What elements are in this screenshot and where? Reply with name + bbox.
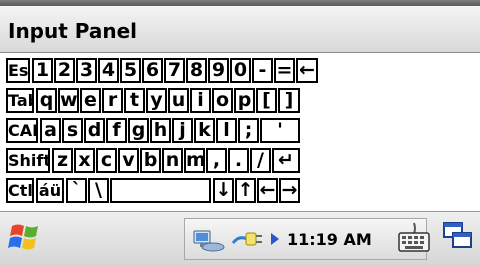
key-0[interactable]: 0 [230,58,251,83]
soft-keyboard: Esc 1 2 3 4 5 6 7 8 9 0 - = ← Tab q w e … [0,55,480,211]
key-arrow-down[interactable]: ↓ [213,178,234,203]
key-caps-lock[interactable]: CAP [6,118,38,143]
key-h[interactable]: h [150,118,171,143]
key-b[interactable]: b [140,148,161,173]
key-enter[interactable]: ↵ [272,148,300,173]
key-tab[interactable]: Tab [6,88,34,113]
key-g[interactable]: g [128,118,149,143]
key-q[interactable]: q [36,88,57,113]
input-panel-titlebar: Input Panel [0,6,480,53]
key-5[interactable]: 5 [120,58,141,83]
key-m[interactable]: m [184,148,205,173]
key-z[interactable]: z [52,148,73,173]
key-shift[interactable]: Shift [6,148,50,173]
key-9[interactable]: 9 [208,58,229,83]
key-4[interactable]: 4 [98,58,119,83]
key-arrow-left[interactable]: ← [257,178,278,203]
key-n[interactable]: n [162,148,183,173]
key-backspace[interactable]: ← [296,58,318,83]
key-l[interactable]: l [216,118,237,143]
key-period[interactable]: . [228,148,249,173]
network-icon[interactable] [191,225,227,255]
keyboard-icon[interactable] [397,221,431,255]
show-desktop-icon[interactable] [441,220,475,254]
key-w[interactable]: w [58,88,79,113]
key-c[interactable]: c [96,148,117,173]
key-s[interactable]: s [62,118,83,143]
key-backslash[interactable]: \ [88,178,109,203]
key-left-bracket[interactable]: [ [256,88,277,113]
key-semicolon[interactable]: ; [238,118,259,143]
key-e[interactable]: e [80,88,101,113]
key-o[interactable]: o [212,88,233,113]
clock[interactable]: 11:19 AM [287,230,372,249]
key-arrow-right[interactable]: → [279,178,300,203]
key-r[interactable]: r [102,88,123,113]
key-v[interactable]: v [118,148,139,173]
key-u[interactable]: u [168,88,189,113]
key-j[interactable]: j [172,118,193,143]
key-a[interactable]: a [40,118,61,143]
taskbar: 11:19 AM [0,211,480,265]
key-3[interactable]: 3 [76,58,97,83]
key-ctrl[interactable]: Ctl [6,178,34,203]
key-6[interactable]: 6 [142,58,163,83]
key-right-bracket[interactable]: ] [278,88,300,113]
key-k[interactable]: k [194,118,215,143]
key-d[interactable]: d [84,118,105,143]
key-8[interactable]: 8 [186,58,207,83]
key-arrow-up[interactable]: ↑ [235,178,256,203]
key-y[interactable]: y [146,88,167,113]
key-slash[interactable]: / [250,148,271,173]
key-apostrophe[interactable]: ' [260,118,300,143]
key-2[interactable]: 2 [54,58,75,83]
windows-flag-icon [8,224,38,250]
key-7[interactable]: 7 [164,58,185,83]
key-i[interactable]: i [190,88,211,113]
notification-tray: 11:19 AM [184,218,427,260]
power-plug-icon[interactable] [229,225,265,255]
key-international[interactable]: áü [36,178,64,203]
key-space[interactable] [110,178,211,203]
window-title: Input Panel [8,19,138,43]
key-esc[interactable]: Esc [6,58,30,83]
key-minus[interactable]: - [252,58,273,83]
key-backtick[interactable]: ` [66,178,87,203]
key-equals[interactable]: = [274,58,295,83]
key-x[interactable]: x [74,148,95,173]
key-1[interactable]: 1 [32,58,53,83]
key-f[interactable]: f [106,118,127,143]
key-p[interactable]: p [234,88,255,113]
tray-expand-arrow-icon[interactable] [270,232,280,246]
start-button[interactable] [4,218,48,258]
key-comma[interactable]: , [206,148,227,173]
key-t[interactable]: t [124,88,145,113]
